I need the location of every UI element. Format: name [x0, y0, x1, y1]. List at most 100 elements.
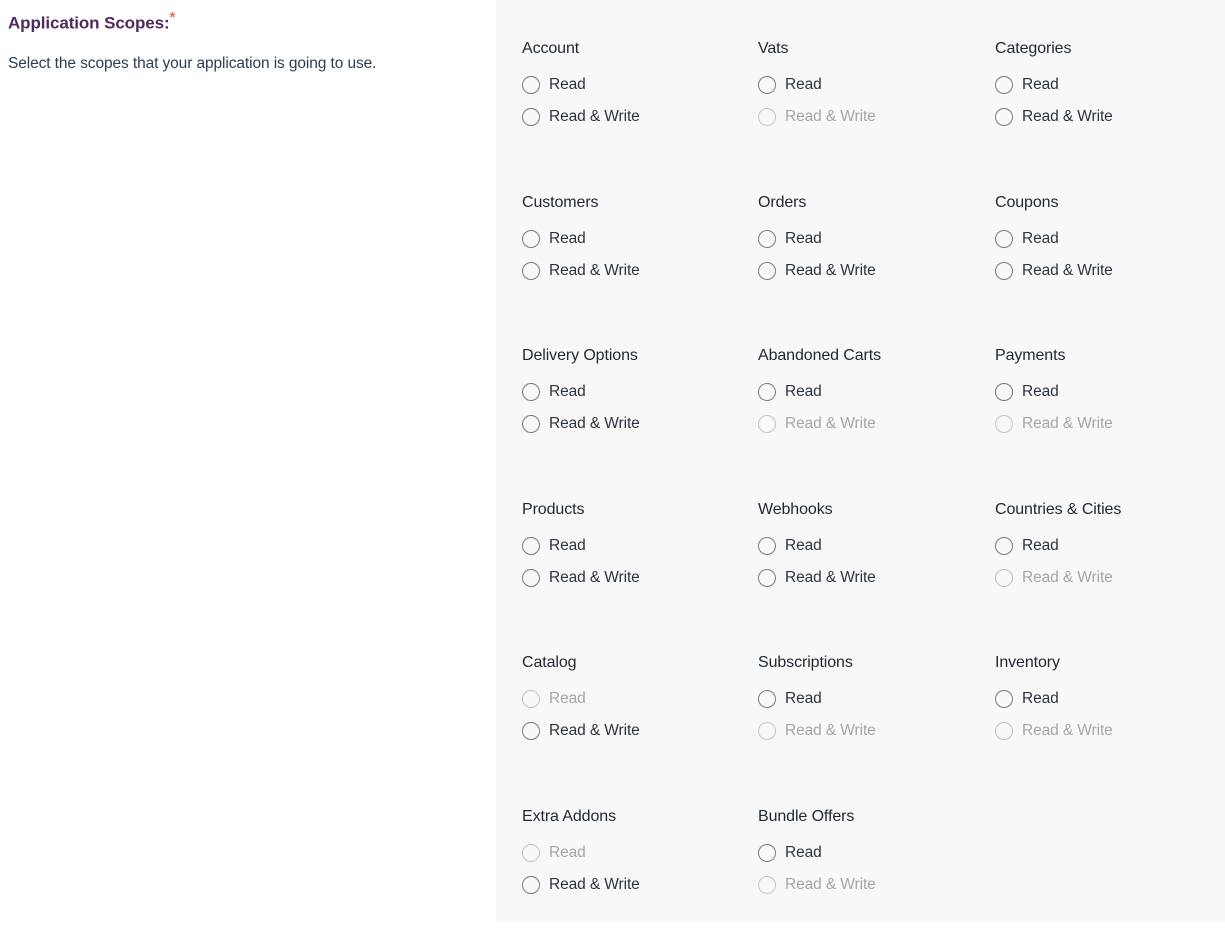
radio-button-icon[interactable] [995, 76, 1013, 94]
scope-option-label: Read & Write [785, 570, 876, 586]
scope-option-account-read[interactable]: Read [522, 75, 758, 95]
scope-option-vats-read-write: Read & Write [758, 107, 995, 127]
scope-group-title: Payments [995, 346, 1225, 365]
scope-option-label: Read [785, 384, 822, 400]
scope-option-customers-read[interactable]: Read [522, 229, 758, 249]
page-title: Application Scopes:* [8, 10, 482, 35]
scope-group-title: Inventory [995, 653, 1225, 672]
scope-option-subscriptions-read[interactable]: Read [758, 689, 995, 709]
scope-option-label: Read & Write [549, 570, 640, 586]
form-helper-text: Select the scopes that your application … [8, 53, 482, 75]
scope-option-label: Read & Write [785, 263, 876, 279]
scope-option-categories-read[interactable]: Read [995, 75, 1225, 95]
scope-group-title: Orders [758, 193, 995, 212]
scope-option-account-read-write[interactable]: Read & Write [522, 107, 758, 127]
scope-group-title: Categories [995, 39, 1225, 58]
scope-option-label: Read [549, 231, 586, 247]
radio-button-icon [758, 722, 776, 740]
scope-option-customers-read-write[interactable]: Read & Write [522, 261, 758, 281]
scope-group-orders: Orders Read Read & Write [758, 162, 995, 316]
scope-option-abandoned-carts-read[interactable]: Read [758, 382, 995, 402]
radio-button-icon[interactable] [522, 537, 540, 555]
scope-option-coupons-read-write[interactable]: Read & Write [995, 261, 1225, 281]
radio-button-icon[interactable] [758, 76, 776, 94]
scopes-grid: AccountReadRead & WriteVatsReadRead & Wr… [496, 8, 1225, 929]
radio-button-icon[interactable] [522, 569, 540, 587]
scope-option-countries-cities-read[interactable]: Read [995, 536, 1225, 556]
scope-group-subscriptions: Subscriptions Read Read & Write [758, 622, 995, 776]
scope-option-label: Read & Write [1022, 570, 1113, 586]
scope-group-products: Products Read Read & Write [522, 469, 758, 623]
radio-button-icon [995, 569, 1013, 587]
radio-button-icon[interactable] [522, 76, 540, 94]
radio-button-icon[interactable] [522, 108, 540, 126]
radio-button-icon[interactable] [522, 230, 540, 248]
scope-group-title: Bundle Offers [758, 807, 995, 826]
scope-group-bundle-offers: Bundle OffersReadRead & Write [758, 776, 995, 929]
scope-group-vats: Vats Read Read & Write [758, 8, 995, 162]
scope-option-label: Read & Write [785, 723, 876, 739]
scope-group-title: Countries & Cities [995, 500, 1225, 519]
scope-option-catalog-read: Read [522, 689, 758, 709]
radio-button-icon[interactable] [995, 537, 1013, 555]
radio-button-icon[interactable] [758, 262, 776, 280]
radio-button-icon[interactable] [995, 383, 1013, 401]
scope-option-delivery-options-read[interactable]: Read [522, 382, 758, 402]
scope-option-label: Read [549, 845, 586, 861]
radio-button-icon[interactable] [758, 230, 776, 248]
scope-option-orders-read-write[interactable]: Read & Write [758, 261, 995, 281]
scope-option-label: Read & Write [785, 109, 876, 125]
scope-option-abandoned-carts-read-write: Read & Write [758, 414, 995, 434]
scope-group-title: Coupons [995, 193, 1225, 212]
scope-option-label: Read [1022, 77, 1059, 93]
radio-button-icon[interactable] [758, 383, 776, 401]
scope-option-extra-addons-read-write[interactable]: Read & Write [522, 875, 758, 895]
radio-button-icon[interactable] [995, 690, 1013, 708]
scope-option-webhooks-read-write[interactable]: Read & Write [758, 568, 995, 588]
radio-button-icon[interactable] [522, 876, 540, 894]
scope-option-vats-read[interactable]: Read [758, 75, 995, 95]
radio-button-icon[interactable] [995, 262, 1013, 280]
scope-option-countries-cities-read-write: Read & Write [995, 568, 1225, 588]
scope-option-label: Read [785, 691, 822, 707]
scope-option-catalog-read-write[interactable]: Read & Write [522, 721, 758, 741]
radio-button-icon[interactable] [522, 722, 540, 740]
radio-button-icon [758, 108, 776, 126]
radio-button-icon[interactable] [522, 262, 540, 280]
form-description-pane: Application Scopes:* Select the scopes t… [0, 0, 496, 921]
scope-group-title: Delivery Options [522, 346, 758, 365]
radio-button-icon[interactable] [758, 569, 776, 587]
scope-option-webhooks-read[interactable]: Read [758, 536, 995, 556]
scope-option-inventory-read[interactable]: Read [995, 689, 1225, 709]
scope-option-delivery-options-read-write[interactable]: Read & Write [522, 414, 758, 434]
scope-option-extra-addons-read: Read [522, 843, 758, 863]
scope-group-title: Catalog [522, 653, 758, 672]
scope-option-coupons-read[interactable]: Read [995, 229, 1225, 249]
scope-option-bundle-offers-read[interactable]: Read [758, 843, 995, 863]
radio-button-icon[interactable] [758, 537, 776, 555]
scope-option-orders-read[interactable]: Read [758, 229, 995, 249]
radio-button-icon [522, 690, 540, 708]
scope-option-label: Read & Write [1022, 723, 1113, 739]
radio-button-icon[interactable] [758, 690, 776, 708]
radio-button-icon [758, 415, 776, 433]
radio-button-icon[interactable] [995, 230, 1013, 248]
scope-group-title: Account [522, 39, 758, 58]
radio-button-icon[interactable] [758, 844, 776, 862]
scope-option-products-read[interactable]: Read [522, 536, 758, 556]
scope-option-label: Read & Write [549, 416, 640, 432]
scope-option-products-read-write[interactable]: Read & Write [522, 568, 758, 588]
radio-button-icon[interactable] [995, 108, 1013, 126]
scope-group-title: Vats [758, 39, 995, 58]
scope-option-categories-read-write[interactable]: Read & Write [995, 107, 1225, 127]
radio-button-icon[interactable] [522, 383, 540, 401]
scope-option-subscriptions-read-write: Read & Write [758, 721, 995, 741]
scope-group-countries-cities: Countries & Cities Read Read & Write [995, 469, 1225, 623]
scope-option-label: Read [549, 538, 586, 554]
scope-group-title: Products [522, 500, 758, 519]
radio-button-icon[interactable] [522, 415, 540, 433]
scope-option-payments-read[interactable]: Read [995, 382, 1225, 402]
required-asterisk: * [170, 9, 176, 26]
scope-group-title: Subscriptions [758, 653, 995, 672]
scope-option-label: Read & Write [549, 109, 640, 125]
